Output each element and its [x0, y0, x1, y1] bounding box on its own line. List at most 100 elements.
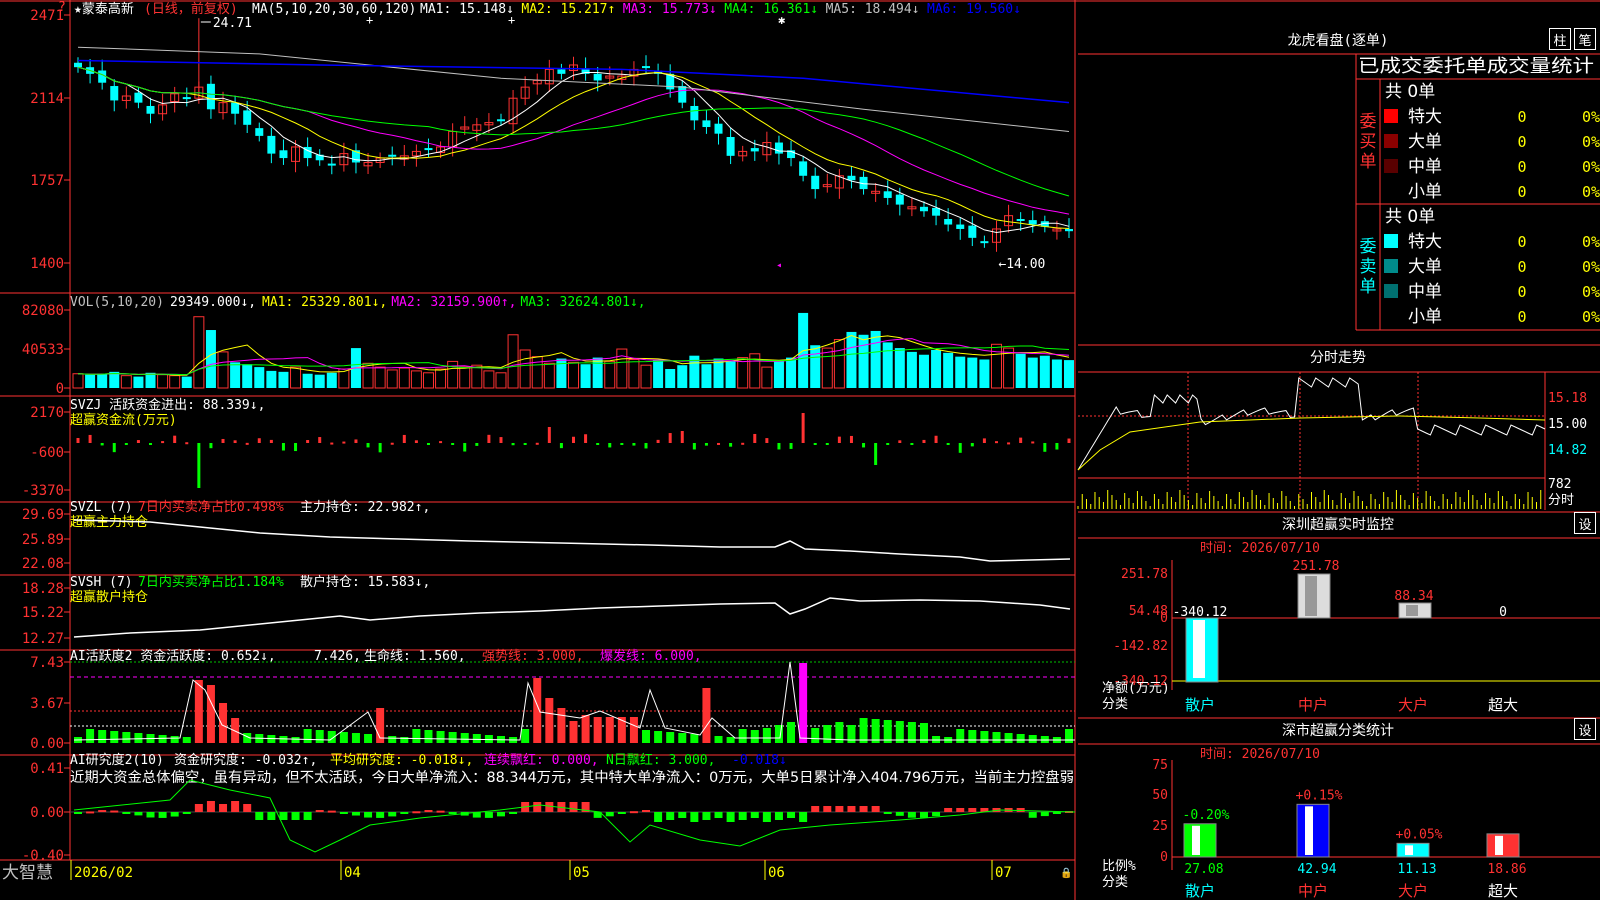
svzl-tick: 29.69: [22, 507, 64, 523]
ai2-tick: 0.41: [30, 761, 64, 777]
vol-bar: [833, 339, 845, 389]
vol-bar: [568, 361, 579, 389]
monitor-settings-button[interactable]: 设: [1574, 512, 1596, 534]
sell-row-name: 特大: [1408, 232, 1442, 252]
ai1-tick: 0.00: [30, 736, 64, 752]
buy-swatch: [1384, 109, 1398, 123]
svzj-bar: [342, 441, 346, 444]
ai2-bar: [799, 812, 808, 822]
intraday-tick: 15.18: [1548, 391, 1587, 406]
ai1-bar: [339, 732, 348, 743]
vol-bar: [483, 370, 495, 389]
ai2-bar: [388, 812, 397, 817]
svzj-bar: [765, 438, 769, 443]
ai2-bar: [871, 806, 880, 812]
vol-bar: [604, 360, 616, 389]
monitor-category: 超大: [1488, 696, 1518, 714]
svzj-bar: [837, 436, 841, 443]
candle: [267, 135, 276, 154]
classify-bar-shine: [1305, 806, 1313, 855]
sell-row-count: 0: [1517, 233, 1526, 251]
svzj-bar: [825, 443, 829, 445]
buy-row-pct: 0%: [1582, 183, 1600, 201]
ai1-bar: [484, 735, 493, 743]
ai2-bar: [726, 812, 735, 822]
tab-bi-button[interactable]: 笔: [1574, 28, 1596, 50]
buy-row-count: 0: [1517, 183, 1526, 201]
monitor-tick: -142.82: [1113, 639, 1168, 654]
svsh-tick: 15.22: [22, 605, 64, 621]
ai1-bar: [545, 698, 554, 743]
svzj-bar: [535, 442, 539, 445]
ai2-bar: [86, 811, 95, 814]
ma-value-2: MA2: 15.217↑: [521, 2, 615, 17]
ai1-bar: [110, 731, 119, 743]
ai1-bar: [521, 729, 530, 743]
classify-change: -0.20%: [1183, 808, 1230, 823]
ma-header: MA(5,10,20,30,60,120): [252, 2, 416, 17]
vol-bar: [85, 374, 96, 388]
vol-bar: [398, 367, 410, 389]
candle: [895, 194, 904, 205]
candle: [182, 97, 191, 100]
buy-swatch: [1384, 134, 1398, 148]
svzj-bar: [306, 440, 310, 443]
classify-category: 中户: [1298, 882, 1328, 900]
ai1-bar: [291, 737, 300, 743]
ai2-tick: 0.00: [30, 805, 64, 821]
ai2-bar: [787, 812, 796, 818]
tab-zhu-button[interactable]: 柱: [1549, 28, 1571, 50]
monitor-time: 时间: 2026/07/10: [1200, 541, 1320, 556]
vol-bar: [858, 334, 869, 388]
svzj-bar: [76, 438, 80, 443]
ai2-bar: [134, 812, 143, 816]
ai2-bar: [436, 810, 445, 813]
buy-side-label: 委: [1360, 112, 1377, 132]
ai1-bar: [581, 715, 590, 743]
ai1-bar: [412, 729, 421, 743]
candle: [799, 161, 808, 176]
svzj-bar: [958, 443, 962, 453]
svzj-bar: [390, 442, 394, 445]
candle: [110, 86, 119, 101]
vol-bar: [362, 362, 374, 389]
ai2-bar: [811, 806, 820, 812]
svzj-bar: [185, 442, 189, 445]
ma-value-3: MA3: 15.773↓: [623, 2, 717, 17]
buy-row-count: 0: [1517, 158, 1526, 176]
vol-bar: [821, 347, 833, 389]
ai1-bar: [1028, 735, 1037, 743]
monitor-category: 大户: [1398, 696, 1428, 714]
vol-bar: [725, 361, 736, 388]
svzj-bar: [245, 442, 249, 445]
close-icon: ?: [58, 0, 66, 15]
svzj-bar: [849, 435, 853, 443]
svzj-bar: [584, 434, 588, 443]
vol-bar: [882, 342, 893, 388]
lock-icon: 🔒: [1060, 867, 1072, 879]
classify-settings-button[interactable]: 设: [1574, 718, 1596, 740]
xaxis-label: 07: [995, 865, 1012, 881]
svzj-bar: [741, 442, 745, 445]
ai1-header-b: 7.426,: [314, 649, 361, 664]
xaxis-label: 06: [768, 865, 785, 881]
ai1-bar: [424, 730, 433, 743]
svzj-bar: [197, 443, 201, 488]
cross-marker: ✱: [778, 13, 785, 27]
sell-side-label: 单: [1360, 277, 1377, 297]
candle: [956, 224, 965, 229]
xaxis-label: 05: [573, 865, 590, 881]
ai2-bar: [895, 812, 904, 816]
ai1-bar: [436, 731, 445, 743]
ai2-bar: [448, 812, 457, 814]
ai2-bar: [944, 808, 953, 812]
classify-axis-title: 比例%: [1102, 859, 1136, 874]
svzj-bar: [209, 443, 213, 449]
svzj-bar: [378, 443, 382, 453]
classify-tick: 50: [1152, 788, 1168, 803]
ai2-bar: [400, 812, 409, 814]
svsh-header-c: 散户持仓: 15.583↓,: [300, 574, 430, 590]
ai2-bar: [412, 811, 421, 814]
vol-ma-1: MA1: 25329.801↓,: [262, 295, 387, 310]
classify-axis-title: 分类: [1102, 875, 1128, 890]
